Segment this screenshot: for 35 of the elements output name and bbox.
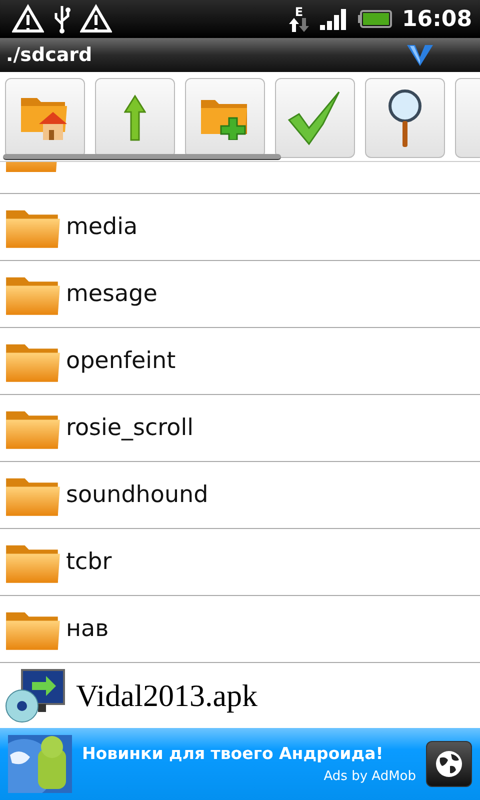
folder-name: soundhound [66, 482, 208, 508]
folder-name: tcbr [66, 549, 112, 575]
path-title: ./sdcard [6, 44, 92, 66]
chevron-icon [406, 43, 434, 67]
installer-icon [4, 668, 66, 724]
file-row[interactable]: rosie_scroll [0, 395, 480, 462]
file-name: Vidal2013.apk [76, 678, 258, 714]
warning-icon [12, 4, 44, 34]
data-arrows-icon [288, 18, 310, 32]
folder-name: openfeint [66, 348, 176, 374]
search-icon [387, 88, 423, 148]
folder-name: rosie_scroll [66, 415, 194, 441]
toolbar-button[interactable] [275, 78, 355, 158]
folder-name: media [66, 214, 138, 240]
file-row[interactable]: нав [0, 596, 480, 663]
toolbar-button[interactable] [365, 78, 445, 158]
folder-name: mesage [66, 281, 158, 307]
up-arrow-icon [124, 94, 146, 142]
signal-icon [320, 8, 348, 30]
network-type: E [294, 6, 304, 18]
file-row[interactable]: Vidal2013.apk [0, 663, 480, 728]
file-row[interactable]: openfeint [0, 328, 480, 395]
clock: 16:08 [402, 6, 472, 32]
warning-icon [80, 4, 112, 34]
file-row[interactable]: mesage [0, 261, 480, 328]
battery-icon [358, 10, 392, 28]
file-row[interactable]: soundhound [0, 462, 480, 529]
file-row[interactable]: tcbr [0, 529, 480, 596]
ad-headline: Новинки для твоего Андроида! [82, 744, 384, 763]
globe-button[interactable] [426, 741, 472, 787]
ad-attribution: Ads by AdMob [324, 769, 416, 784]
usb-icon [52, 4, 72, 34]
file-row[interactable]: media [0, 194, 480, 261]
globe-icon [434, 749, 464, 779]
folder-name: нав [66, 616, 109, 642]
